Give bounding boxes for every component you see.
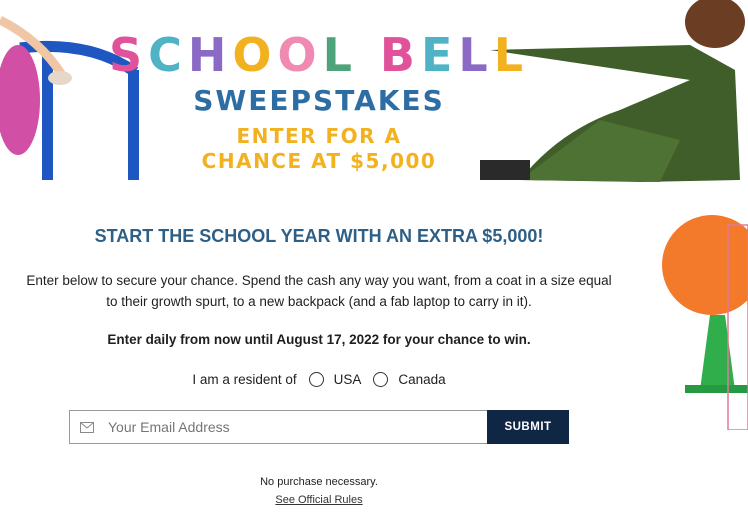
hero-title-letter (358, 28, 380, 82)
hero-title-letter: E (420, 28, 459, 82)
hero-tagline-line-1: ENTER FOR A (236, 124, 402, 148)
hero-title-letter: O (277, 28, 323, 82)
hero-title-letter: H (187, 28, 233, 82)
hero-tagline: ENTER FOR A CHANCE AT $5,000 (0, 124, 638, 174)
submit-button[interactable]: SUBMIT (487, 410, 569, 444)
rules-container: See Official Rules (0, 494, 638, 506)
canada-radio[interactable] (373, 372, 389, 387)
page-description: Enter below to secure your chance. Spend… (26, 273, 612, 309)
hero-title-letter: C (148, 28, 188, 82)
no-purchase-text: No purchase necessary. (260, 476, 378, 488)
canada-label[interactable]: Canada (398, 372, 445, 387)
hero-title-letter: O (232, 28, 278, 82)
residence-selector: I am a resident of USA Canada (0, 372, 638, 387)
envelope-icon (80, 421, 106, 433)
usa-radio[interactable] (308, 372, 324, 387)
hero-title-letter: L (322, 28, 358, 82)
hero-title-letter: L (458, 28, 494, 82)
email-input[interactable] (106, 418, 470, 436)
official-rules-link[interactable]: See Official Rules (275, 494, 362, 506)
hero-tagline-line-2: CHANCE AT $5,000 (201, 149, 437, 173)
hero-title-letter: L (493, 28, 530, 82)
hero-banner: SCHOOL BELL SWEEPSTAKES ENTER FOR A CHAN… (0, 0, 748, 190)
page-headline: START THE SCHOOL YEAR WITH AN EXTRA $5,0… (94, 226, 544, 246)
email-signup-form: SUBMIT (69, 410, 569, 444)
hero-subtitle: SWEEPSTAKES (193, 84, 445, 117)
hero-title-letter: B (379, 28, 421, 82)
email-field-wrapper (69, 410, 487, 444)
residence-label: I am a resident of (192, 372, 297, 387)
ball-cone-illustration (662, 215, 748, 430)
hero-title-letter: S (108, 28, 149, 82)
entry-period-text: Enter daily from now until August 17, 20… (107, 332, 531, 347)
usa-label[interactable]: USA (334, 372, 362, 387)
hero-title: SCHOOL BELL (0, 28, 638, 82)
